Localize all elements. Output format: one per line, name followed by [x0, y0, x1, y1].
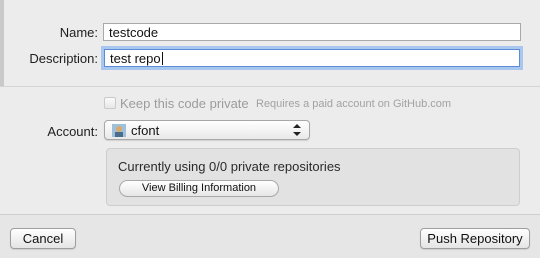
keep-private-checkbox[interactable] [104, 97, 116, 109]
description-field-value: test repo [110, 51, 161, 66]
name-label: Name: [59, 25, 98, 40]
name-field-value: testcode [109, 25, 159, 40]
push-repository-button[interactable]: Push Repository [420, 228, 530, 249]
user-avatar-icon [112, 124, 126, 137]
name-field[interactable]: testcode [103, 23, 521, 41]
repository-details-panel: Name: testcode Description: test repo [0, 0, 540, 87]
private-repo-usage-text: Currently using 0/0 private repositories [118, 159, 341, 174]
dialog-footer: Cancel Push Repository [0, 214, 540, 258]
text-cursor [161, 52, 163, 65]
account-dropdown[interactable]: cfont [104, 120, 310, 140]
sidebar-edge [0, 0, 4, 86]
description-label: Description: [29, 51, 98, 66]
account-selected-value: cfont [131, 123, 160, 138]
up-down-arrows-icon [293, 124, 301, 136]
paid-account-note: Requires a paid account on GitHub.com [256, 98, 452, 110]
account-label: Account: [47, 124, 98, 139]
description-field[interactable]: test repo [104, 49, 520, 67]
billing-info-box: Currently using 0/0 private repositories… [106, 148, 520, 206]
view-billing-button[interactable]: View Billing Information [119, 180, 279, 197]
cancel-button[interactable]: Cancel [10, 228, 76, 249]
keep-private-label: Keep this code private [120, 96, 249, 111]
